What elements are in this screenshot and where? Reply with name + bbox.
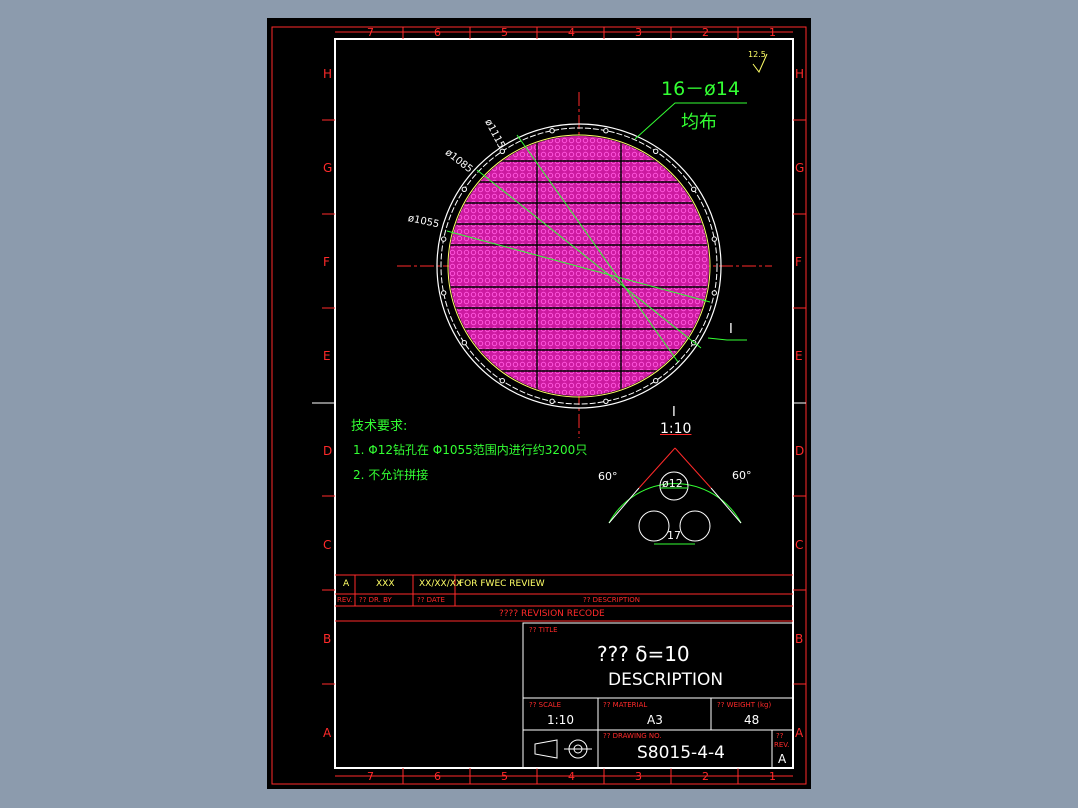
detail-hole-dia: ø12 [662, 477, 683, 490]
description-header: ?? DESCRIPTION [583, 596, 641, 604]
drawing-title: ??? δ=10 [597, 642, 690, 666]
col-label: 3 [635, 770, 642, 783]
drawing-subtitle: DESCRIPTION [608, 670, 724, 690]
row-label: H [795, 67, 805, 81]
row-label: F [795, 255, 802, 269]
row-label: F [323, 255, 330, 269]
col-label: 6 [434, 770, 441, 783]
row-label: G [795, 161, 805, 175]
bolt-hole [653, 148, 659, 155]
projection-symbol-icon [534, 739, 592, 759]
weight-value: 48 [744, 713, 760, 727]
col-label: 2 [702, 770, 709, 783]
bolt-hole [603, 398, 609, 404]
bolt-hole [461, 186, 468, 193]
drawing-no-label: ?? DRAWING NO. [603, 732, 662, 740]
row-label: A [795, 726, 804, 740]
row-label: B [323, 632, 332, 646]
rev-value: A [343, 579, 350, 589]
bolt-hole [711, 290, 717, 296]
col-label: 4 [568, 26, 575, 39]
bolt-hole [603, 128, 609, 134]
material-value: A3 [647, 713, 663, 727]
detail-pitch: 17 [667, 529, 681, 542]
scale-label: ?? SCALE [529, 701, 562, 709]
by-header: ?? DR. BY [359, 596, 392, 604]
row-label: D [323, 444, 333, 458]
date-header: ?? DATE [417, 596, 445, 604]
bolt-hole [499, 378, 506, 384]
col-label: 2 [702, 26, 709, 39]
notes-title: 技术要求: [351, 419, 408, 434]
rev-by-value: XXX [376, 579, 395, 589]
col-label: 7 [367, 26, 374, 39]
col-label: 5 [501, 770, 508, 783]
bolt-hole [549, 398, 555, 404]
revision-record-title: ???? REVISION RECODE [499, 609, 605, 619]
bolt-hole [653, 378, 659, 384]
rev-final-value: A [778, 752, 787, 766]
col-label: 3 [635, 26, 642, 39]
row-label: D [795, 444, 805, 458]
material-label: ?? MATERIAL [603, 701, 648, 709]
row-label: C [795, 538, 804, 552]
outer-frame [271, 26, 807, 785]
holes-count-label: 16－ø14 [661, 78, 740, 100]
col-label: 1 [769, 26, 776, 39]
title-label: ?? TITLE [529, 626, 558, 634]
row-label: H [323, 67, 333, 81]
row-label: B [795, 632, 804, 646]
notes-item-1: 1. Φ12钻孔在 Φ1055范围内进行约3200只 [353, 443, 588, 457]
detail-angle-left: 60° [598, 470, 618, 483]
detail-scale: 1:10 [660, 421, 692, 437]
bolt-hole [549, 128, 555, 134]
row-label: C [323, 538, 332, 552]
bolt-hole [441, 290, 447, 296]
section-mark-label: I [729, 322, 733, 337]
drawing-no-value: S8015-4-4 [637, 743, 725, 763]
col-label: 1 [769, 770, 776, 783]
bolt-hole [499, 148, 506, 155]
rev-header: REV. [337, 596, 353, 604]
bolt-hole [461, 340, 468, 346]
col-label: 4 [568, 770, 575, 783]
notes-item-2: 2. 不允许拼接 [353, 468, 429, 482]
weight-label: ?? WEIGHT (kg) [717, 701, 772, 709]
scale-value: 1:10 [547, 713, 574, 727]
row-label: A [323, 726, 332, 740]
col-label: 5 [501, 26, 508, 39]
perforation-hatch [449, 136, 709, 396]
roughness-value: 12.5 [748, 50, 766, 59]
rev-date-value: XX/XX/XX [419, 579, 463, 589]
row-label: E [323, 349, 331, 363]
cad-drawing [271, 26, 807, 785]
holes-distribution-label: 均布 [681, 112, 717, 133]
rev-label: ?? [776, 732, 784, 740]
row-label: E [795, 349, 803, 363]
bolt-hole [691, 186, 697, 193]
col-label: 7 [367, 770, 374, 783]
bolt-hole [441, 236, 447, 242]
bolt-hole [711, 236, 717, 242]
rev-description-value: FOR FWEC REVIEW [459, 579, 545, 589]
drawing-sheet: 7 6 5 4 3 2 1 7 6 5 4 3 2 1 H G F E D C … [267, 18, 811, 789]
row-label: G [323, 161, 333, 175]
col-label: 6 [434, 26, 441, 39]
rev-label-2: REV. [774, 741, 790, 749]
detail-label: I [672, 405, 676, 420]
detail-angle-right: 60° [732, 469, 752, 482]
